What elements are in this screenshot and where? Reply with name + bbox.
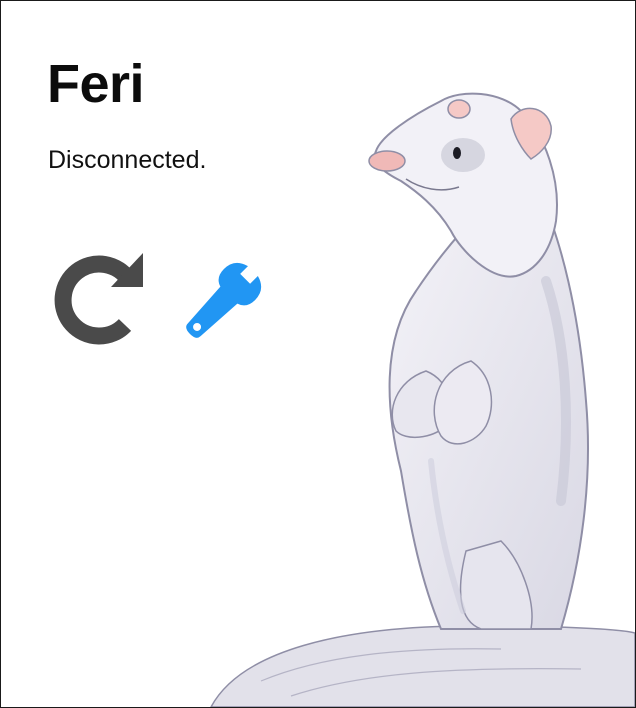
app-window: Feri Disconnected.	[0, 0, 636, 708]
ferret-illustration	[210, 92, 635, 707]
connection-status: Disconnected.	[48, 146, 207, 174]
reload-icon	[54, 253, 143, 345]
reload-button[interactable]	[45, 247, 147, 347]
app-title: Feri	[47, 54, 145, 114]
